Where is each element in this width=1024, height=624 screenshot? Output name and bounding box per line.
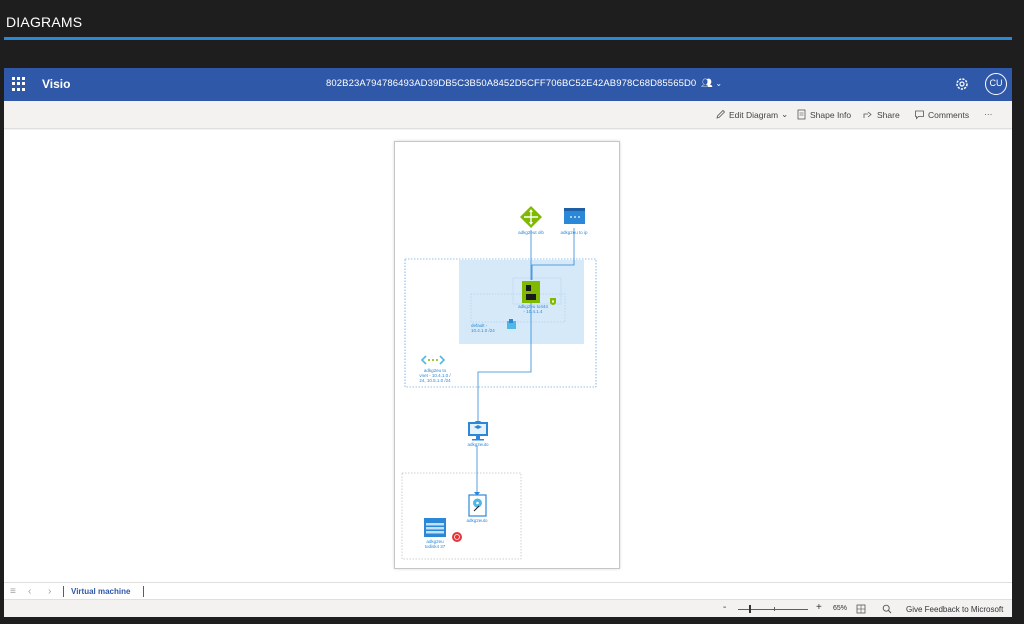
zoom-out-button[interactable]: - — [723, 602, 726, 613]
load-balancer-icon — [520, 206, 542, 228]
zoom-in-button[interactable]: + — [816, 602, 822, 613]
pencil-icon — [716, 109, 726, 119]
storage-account-label: adkg2eu todisk4 37 — [424, 539, 446, 549]
zoom-slider-thumb[interactable] — [749, 605, 751, 613]
give-feedback-link[interactable]: Give Feedback to Microsoft — [906, 605, 1003, 614]
shape-info-button[interactable]: Shape Info — [796, 109, 851, 120]
shape-info-label: Shape Info — [810, 109, 852, 120]
zoom-level[interactable]: 65% — [833, 605, 847, 612]
outer-header: DIAGRAMS — [0, 0, 1024, 66]
drawing-canvas[interactable]: adkg2eut olb adkg2eu to ip adkg2eu to444… — [4, 130, 1012, 582]
vnet-icon — [420, 355, 446, 365]
document-title-text: 802B23A794786493AD39DB5C3B50A8452D5CFF70… — [326, 78, 697, 89]
diagram-page[interactable]: adkg2eut olb adkg2eu to ip adkg2eu to444… — [394, 141, 620, 569]
share-people-icon[interactable]: 👥︎ — [701, 78, 713, 89]
share-button[interactable]: Share — [863, 109, 900, 120]
hamburger-icon[interactable]: ≡ — [10, 586, 16, 597]
edit-diagram-button[interactable]: Edit Diagram ⌄ — [715, 109, 788, 120]
tab-separator — [63, 586, 64, 597]
disk-label: adkg2euto — [466, 518, 488, 523]
gear-icon[interactable] — [954, 76, 970, 92]
public-ip-label: adkg2eu to ip — [560, 230, 588, 235]
public-ip-icon — [564, 208, 585, 224]
tab-virtual-machine[interactable]: Virtual machine — [71, 587, 130, 596]
comments-button[interactable]: Comments — [914, 109, 969, 120]
network-interface-label: adkg2eu to444 - 10.4.1.4 — [518, 304, 548, 314]
share-label: Share — [877, 109, 900, 120]
document-title[interactable]: 802B23A794786493AD39DB5C3B50A8452D5CFF70… — [326, 78, 722, 89]
chevron-down-icon[interactable]: ⌄ — [715, 79, 722, 88]
tab-separator — [143, 586, 144, 597]
chevron-right-icon[interactable]: › — [48, 586, 51, 597]
load-balancer-label: adkg2eut olb — [518, 230, 544, 235]
info-document-icon — [797, 109, 806, 120]
outer-title: DIAGRAMS — [6, 14, 83, 30]
storage-account-icon — [424, 518, 446, 537]
avatar[interactable]: CU — [985, 73, 1007, 95]
comment-icon — [915, 110, 924, 120]
app-launcher-icon[interactable] — [12, 77, 26, 91]
status-bar: - + 65% Give Feedback to Microsoft — [4, 599, 1012, 617]
virtual-machine-icon — [468, 422, 488, 441]
visio-frame: Visio 802B23A794786493AD39DB5C3B50A8452D… — [4, 68, 1012, 617]
app-name[interactable]: Visio — [42, 77, 70, 91]
fit-to-page-icon[interactable] — [856, 604, 866, 614]
sheet-tab-bar: ≡ ‹ › Virtual machine — [4, 582, 1012, 599]
chevron-down-icon: ⌄ — [781, 109, 789, 119]
chevron-left-icon[interactable]: ‹ — [28, 586, 31, 597]
alert-icon — [452, 532, 462, 542]
more-icon: ··· — [984, 109, 993, 119]
virtual-machine-label: adkg2euto — [467, 442, 489, 447]
share-icon — [863, 111, 872, 118]
feedback-icon[interactable] — [882, 604, 892, 614]
outer-title-underline — [4, 37, 1012, 40]
more-options-button[interactable]: ··· — [984, 109, 993, 119]
comments-label: Comments — [928, 109, 970, 120]
diagram-drawing — [401, 206, 597, 560]
visio-header: Visio 802B23A794786493AD39DB5C3B50A8452D… — [4, 68, 1012, 101]
vnet-label: adkg2eu to vnet - 10.4.1.0 / 24, 10.5.1.… — [419, 368, 451, 383]
disk-icon — [468, 494, 487, 517]
ribbon-toolbar: Edit Diagram ⌄ Shape Info Share Comments… — [4, 101, 1012, 129]
edit-diagram-label: Edit Diagram — [729, 109, 779, 120]
zoom-slider-tick — [774, 607, 775, 611]
network-interface-icon — [522, 281, 540, 303]
subnet-label: default - 10.4.1.0 /24 — [471, 323, 495, 333]
